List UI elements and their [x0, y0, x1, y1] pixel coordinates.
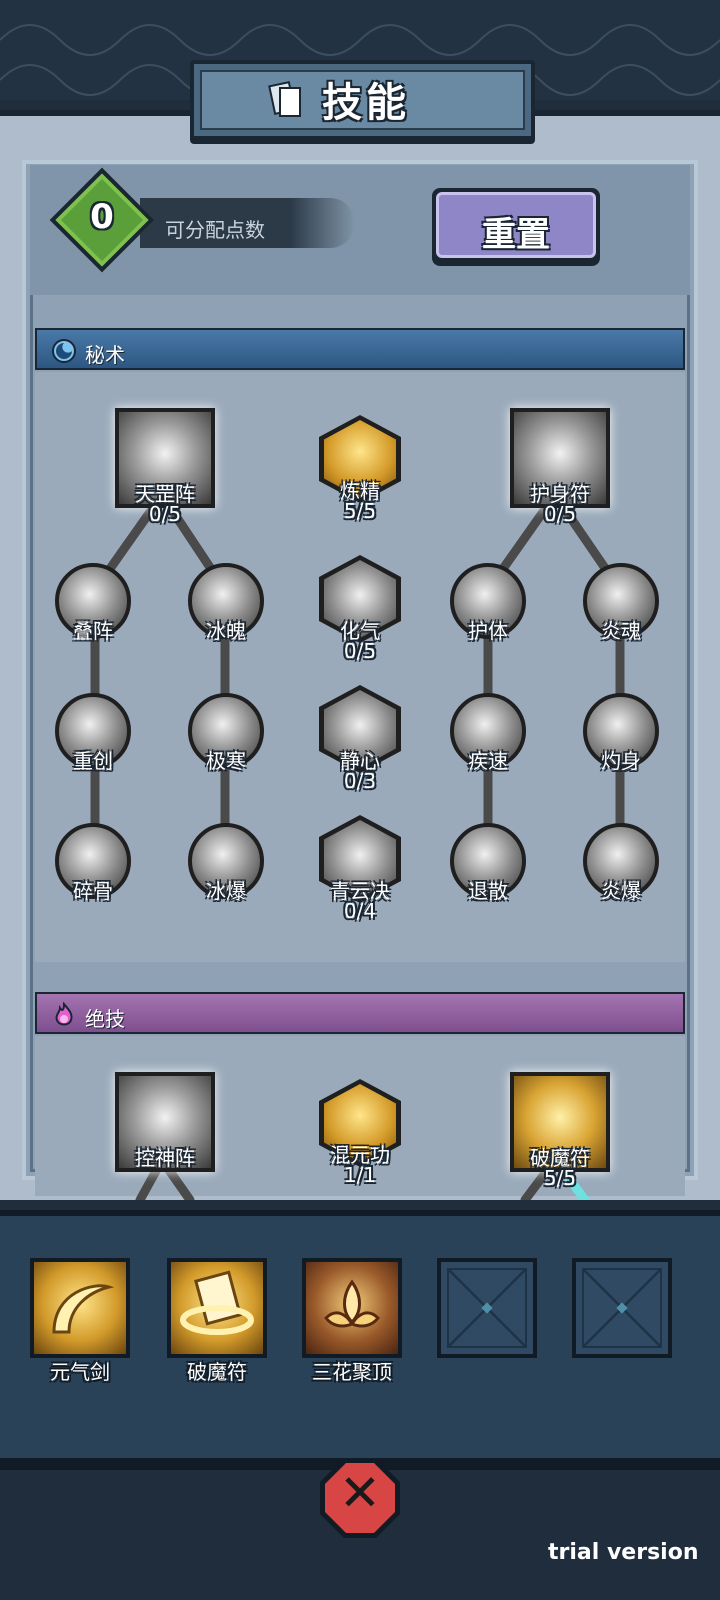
- reset-button-label: 重置: [482, 215, 550, 255]
- spirit-flame-icon: [55, 1002, 73, 1026]
- available-points-label: 可分配点数: [165, 218, 265, 242]
- lotus-icon: [324, 1279, 380, 1328]
- equipped-slot-2[interactable]: [167, 1258, 267, 1358]
- moon-swirl-icon: [52, 339, 76, 363]
- section-title-ultimate: 绝技: [85, 1007, 125, 1031]
- equipped-slot-4[interactable]: [437, 1258, 537, 1358]
- equipped-slot-5[interactable]: [572, 1258, 672, 1358]
- section-title-secret: 秘术: [85, 343, 125, 367]
- equipped-slot-1-label: 元气剑: [50, 1360, 110, 1384]
- sword-arc-icon: [52, 1284, 115, 1334]
- equipped-slot-1[interactable]: [30, 1258, 130, 1358]
- page-title: 技能: [322, 80, 410, 126]
- cards-icon: [268, 81, 301, 117]
- close-icon: ✕: [339, 1464, 381, 1522]
- reset-button[interactable]: 重置: [432, 188, 600, 266]
- equipped-slot-3-label: 三花聚顶: [312, 1360, 392, 1384]
- available-points-value: 0: [90, 197, 114, 237]
- ring-talisman-icon: [180, 1270, 254, 1335]
- equipped-slot-3[interactable]: [302, 1258, 402, 1358]
- equipped-slot-2-label: 破魔符: [187, 1360, 247, 1384]
- trial-watermark: trial version: [548, 1540, 699, 1565]
- section-header-secret: 秘术: [35, 328, 685, 370]
- section-header-ultimate: 绝技: [35, 992, 685, 1034]
- close-button[interactable]: ✕: [320, 1458, 400, 1538]
- title-banner: 技能: [190, 60, 535, 140]
